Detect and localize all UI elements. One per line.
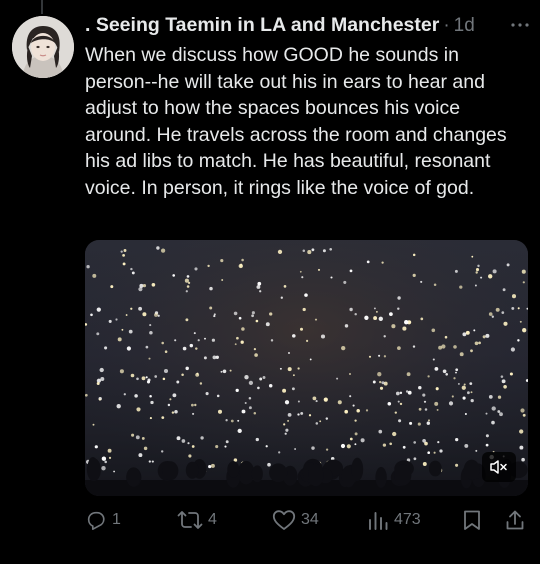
- like-count: 34: [301, 511, 319, 528]
- repost-button[interactable]: 4: [177, 507, 217, 533]
- tweet[interactable]: . Seeing Taemin in LA and Manchester · 1…: [0, 0, 540, 564]
- share-icon: [506, 510, 524, 530]
- views-count: 473: [394, 511, 421, 528]
- repost-icon: [177, 511, 203, 529]
- repost-count: 4: [208, 511, 217, 528]
- more-dots-icon: [511, 23, 529, 27]
- reply-count: 1: [112, 511, 121, 528]
- thread-connector-line: [41, 0, 43, 14]
- display-name[interactable]: . Seeing Taemin in LA and Manchester: [85, 14, 439, 37]
- video-frame-concert-crowd: [85, 240, 528, 496]
- avatar-image: [12, 16, 74, 78]
- heart-icon: [272, 510, 296, 530]
- bookmark-button[interactable]: [462, 507, 482, 533]
- timestamp[interactable]: 1d: [454, 15, 475, 37]
- tweet-header: . Seeing Taemin in LA and Manchester · 1…: [85, 14, 530, 40]
- like-button[interactable]: 34: [272, 507, 319, 533]
- avatar[interactable]: [12, 16, 74, 78]
- media-video[interactable]: [85, 240, 528, 496]
- more-options-button[interactable]: [508, 16, 532, 34]
- tweet-text: When we discuss how GOOD he sounds in pe…: [85, 44, 507, 199]
- mute-toggle-button[interactable]: [482, 452, 516, 482]
- reply-icon: [87, 511, 105, 530]
- bookmark-icon: [464, 510, 480, 530]
- header-separator: ·: [443, 15, 450, 36]
- views-button[interactable]: 473: [367, 507, 421, 533]
- reply-button[interactable]: 1: [85, 507, 121, 533]
- tweet-actions-bar: 1 4 34 473: [85, 507, 530, 533]
- share-button[interactable]: [504, 507, 526, 533]
- speaker-muted-icon: [490, 460, 507, 474]
- views-chart-icon: [369, 512, 388, 530]
